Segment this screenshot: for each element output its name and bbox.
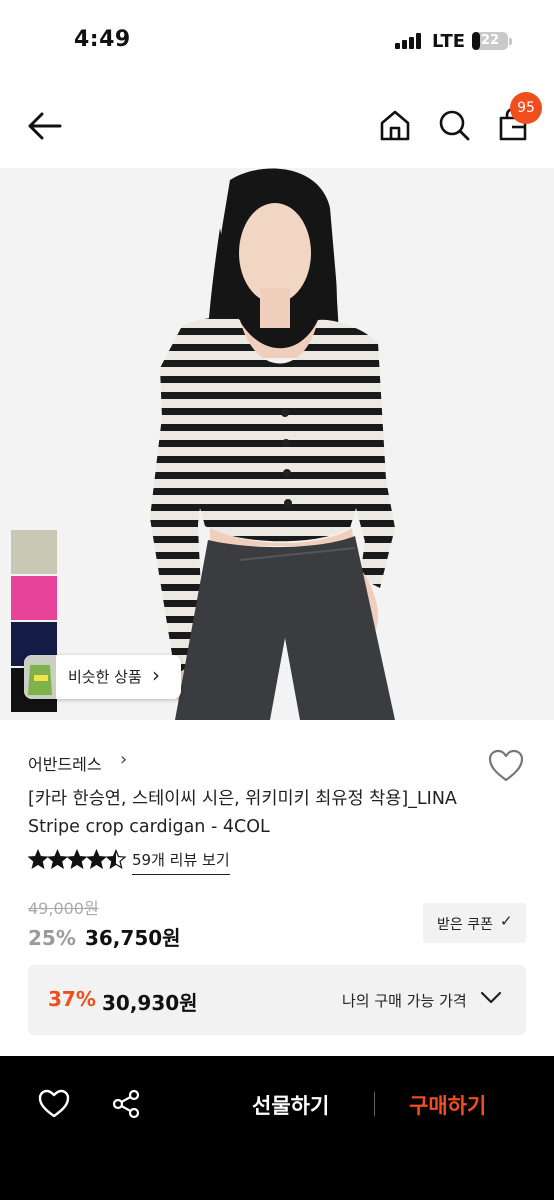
similar-products-button[interactable]: 비슷한 상품 › [24, 655, 181, 699]
color-swatch[interactable] [11, 576, 57, 620]
network-type: LTE [432, 31, 466, 52]
home-icon [380, 110, 410, 141]
original-price: 49,000원 [28, 899, 99, 918]
wishlist-button[interactable] [487, 748, 525, 784]
cart-count-badge: 95 [510, 92, 542, 124]
chevron-right-icon: › [120, 749, 128, 770]
star-icon [105, 848, 127, 869]
bottom-action-bar: 선물하기 구매하기 [0, 1056, 554, 1200]
chevron-right-icon: › [152, 663, 160, 687]
color-swatch[interactable] [11, 530, 57, 574]
similar-products-label: 비슷한 상품 [68, 668, 142, 686]
home-button[interactable] [376, 106, 414, 144]
battery-icon: 22 [472, 32, 508, 50]
star-rating-icon [28, 848, 127, 869]
battery-tip [509, 38, 512, 45]
wishlist-bottom-button[interactable] [37, 1088, 71, 1120]
my-best-price-panel[interactable]: 37% 30,930원 나의 구매 가능 가격 [28, 965, 526, 1035]
top-nav-bar [0, 84, 554, 168]
check-icon: ✓ [500, 912, 513, 930]
share-button[interactable] [110, 1088, 142, 1120]
divider [374, 1092, 375, 1116]
buy-button[interactable]: 구매하기 [409, 1090, 486, 1120]
discount-rate: 25% [28, 926, 76, 950]
signal-icon [395, 33, 425, 49]
search-icon [439, 110, 470, 141]
search-button[interactable] [435, 106, 473, 144]
product-photo [0, 168, 554, 720]
brand-name: 어반드레스 [28, 755, 102, 774]
product-title: [카라 한승연, 스테이씨 시은, 위키미키 최유정 착용]_LINA Stri… [28, 789, 457, 837]
received-coupon-button[interactable]: 받은 쿠폰 ✓ [423, 903, 526, 943]
battery-level: 22 [480, 33, 500, 48]
heart-icon [38, 1089, 70, 1118]
coupon-label: 받은 쿠폰 [437, 917, 493, 933]
gift-button[interactable]: 선물하기 [252, 1090, 329, 1120]
reviews-link[interactable]: 59개 리뷰 보기 [132, 849, 230, 875]
similar-thumbnail-image [24, 655, 56, 699]
back-arrow-icon [28, 112, 62, 140]
status-time: 4:49 [74, 27, 131, 52]
share-icon [112, 1089, 140, 1119]
price-row: 25% 36,750원 [28, 922, 181, 952]
star-icon [85, 848, 108, 869]
heart-icon [488, 749, 524, 782]
best-discount-rate: 37% [48, 987, 96, 1011]
product-image[interactable]: 비슷한 상품 › [0, 168, 554, 720]
best-price-label: 나의 구매 가능 가격 [342, 992, 467, 1010]
brand-link[interactable]: 어반드레스 › [28, 749, 127, 774]
similar-product-thumbnail [24, 655, 56, 699]
star-icon [66, 848, 88, 869]
star-icon [46, 848, 69, 869]
best-price: 30,930원 [102, 991, 198, 1015]
chevron-down-icon [480, 991, 502, 1004]
sale-price: 36,750원 [84, 926, 181, 950]
star-icon [28, 848, 49, 869]
back-button[interactable] [24, 108, 64, 144]
status-bar: 4:49 LTE 22 [0, 0, 554, 84]
